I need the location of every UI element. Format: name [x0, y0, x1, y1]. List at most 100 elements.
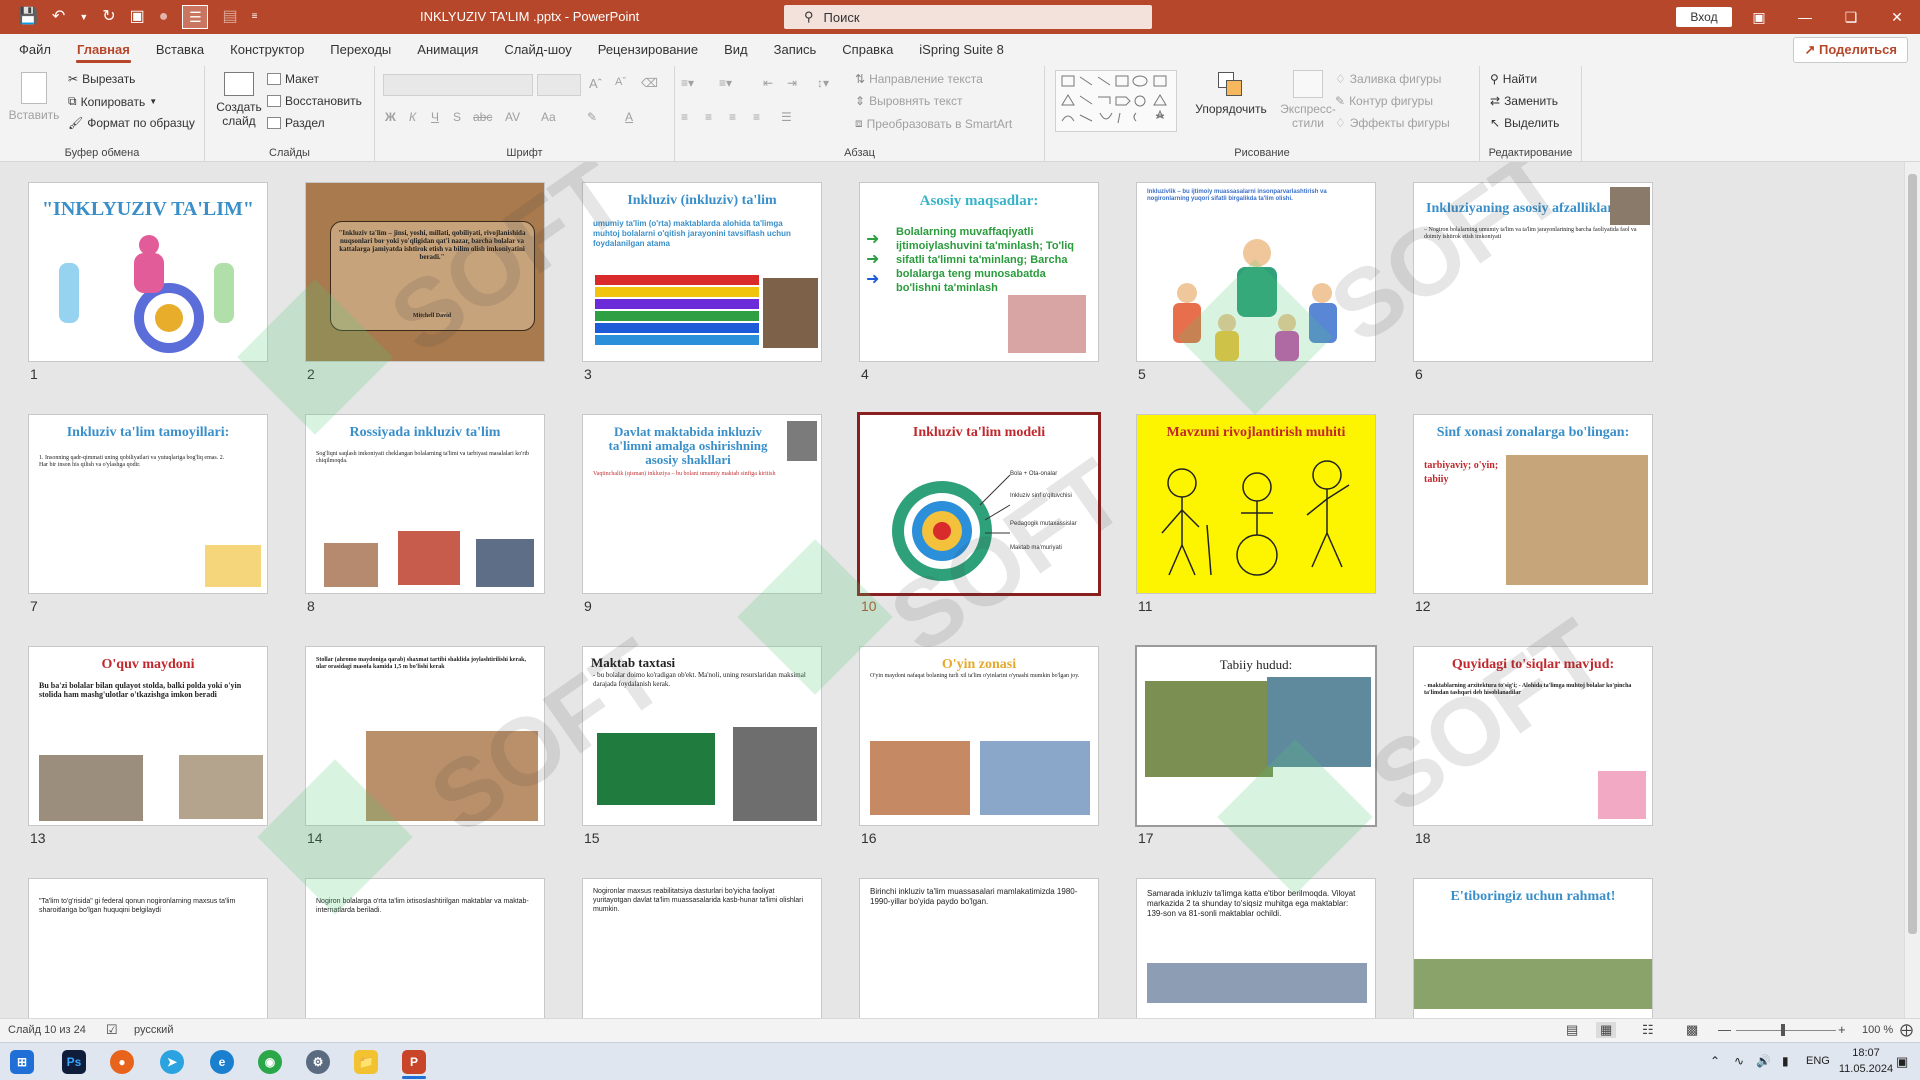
bold-button[interactable]: Ж [385, 110, 396, 124]
new-slide-button[interactable]: Создать слайд [215, 72, 263, 128]
slide-thumbnail-13[interactable]: O'quv maydoni Bu ba'zi bolalar bilan qul… [28, 646, 268, 826]
strikethrough-button[interactable]: abc [473, 110, 492, 124]
tab-transitions[interactable]: Переходы [317, 34, 404, 66]
language-status[interactable]: русский [134, 1024, 173, 1036]
text-direction-button[interactable]: ⇅ Направление текста [855, 72, 983, 86]
quick-styles-button[interactable]: Экспресс-стили [1277, 70, 1339, 130]
normal-view-icon[interactable]: ☰ [182, 5, 209, 29]
align-left-icon[interactable]: ≡ [681, 110, 688, 124]
zoom-out-icon[interactable]: — [1718, 1022, 1731, 1037]
redo-icon[interactable]: ↻ [102, 9, 115, 25]
shape-effects-button[interactable]: ♢ Эффекты фигуры [1335, 116, 1450, 130]
zoom-slider[interactable] [1736, 1030, 1836, 1031]
login-button[interactable]: Вход [1676, 7, 1732, 27]
cut-button[interactable]: ✂ Вырезать [68, 72, 135, 86]
align-center-icon[interactable]: ≡ [705, 110, 712, 124]
telegram-icon[interactable]: ➤ [160, 1050, 184, 1074]
scrollbar-thumb[interactable] [1908, 174, 1917, 934]
tab-animations[interactable]: Анимация [404, 34, 491, 66]
minimize-icon[interactable]: — [1782, 0, 1828, 34]
decrease-indent-icon[interactable]: ⇤ [763, 76, 773, 90]
search-box[interactable]: ⚲ Поиск [784, 5, 1152, 29]
photoshop-icon[interactable]: Ps [62, 1050, 86, 1074]
zoom-level[interactable]: 100 % [1862, 1024, 1893, 1036]
slide-thumbnail-8[interactable]: Rossiyada inkluziv ta'lim Sog'liqni saql… [305, 414, 545, 594]
slide-thumbnail-7[interactable]: Inkluziv ta'lim tamoyillari: 1. Insonnin… [28, 414, 268, 594]
numbering-icon[interactable]: ≡▾ [719, 76, 732, 90]
tab-home[interactable]: Главная [64, 34, 143, 66]
tab-help[interactable]: Справка [829, 34, 906, 66]
save-icon[interactable]: 💾 [18, 9, 38, 25]
normal-view-icon[interactable]: ▤ [1566, 1022, 1578, 1038]
tab-ispring[interactable]: iSpring Suite 8 [906, 34, 1017, 66]
tab-file[interactable]: Файл [6, 34, 64, 66]
wifi-icon[interactable]: ∿ [1734, 1054, 1744, 1068]
restore-icon[interactable]: ❏ [1828, 0, 1874, 34]
tray-chevron-icon[interactable]: ⌃ [1710, 1054, 1720, 1068]
firefox-icon[interactable]: ● [110, 1050, 134, 1074]
slide-thumbnail-24[interactable]: E'tiboringiz uchun rahmat! [1413, 878, 1653, 1018]
arrange-button[interactable]: Упорядочить [1195, 70, 1267, 116]
copy-button[interactable]: ⧉ Копировать ▼ [68, 94, 157, 109]
font-size-box[interactable] [537, 74, 581, 96]
tab-insert[interactable]: Вставка [143, 34, 217, 66]
convert-smartart-button[interactable]: ⧈ Преобразовать в SmartArt [855, 116, 1012, 131]
clock-time[interactable]: 18:07 [1842, 1047, 1890, 1059]
clear-format-icon[interactable]: ⌫ [641, 76, 658, 90]
vertical-scrollbar[interactable] [1904, 162, 1920, 1018]
tab-design[interactable]: Конструктор [217, 34, 317, 66]
highlight-icon[interactable]: ✎ [587, 110, 597, 124]
slide-thumbnail-20[interactable]: Nogiron bolalarga o'rta ta'lim ixtisosla… [305, 878, 545, 1018]
zoom-in-icon[interactable]: + [1838, 1022, 1846, 1037]
char-spacing-icon[interactable]: AV [505, 110, 520, 124]
slide-thumbnail-21[interactable]: Nogironlar maxsus reabilitatsiya dasturl… [582, 878, 822, 1018]
font-color-icon[interactable]: A [625, 110, 633, 124]
select-button[interactable]: ↖ Выделить [1490, 116, 1559, 130]
slide-sorter-view-icon[interactable]: ▦ [1596, 1022, 1617, 1038]
battery-icon[interactable]: ▮ [1782, 1054, 1789, 1068]
clock-date[interactable]: 11.05.2024 [1836, 1063, 1896, 1075]
slideshow-view-icon[interactable]: ▩ [1686, 1022, 1698, 1038]
reset-button[interactable]: Восстановить [267, 94, 362, 108]
shapes-gallery[interactable] [1055, 70, 1177, 132]
paste-button[interactable]: Вставить [9, 72, 59, 122]
slide-thumbnail-18[interactable]: Quyidagi to'siqlar mavjud: - maktablarni… [1413, 646, 1653, 826]
slide-thumbnail-12[interactable]: Sinf xonasi zonalarga bo'lingan: tarbiya… [1413, 414, 1653, 594]
replace-button[interactable]: ⇄ Заменить [1490, 94, 1558, 108]
slide-thumbnail-22[interactable]: Birinchi inkluziv ta'lim muassasalari ma… [859, 878, 1099, 1018]
slide-thumbnail-23[interactable]: Samarada inkluziv ta'limga katta e'tibor… [1136, 878, 1376, 1018]
slide-thumbnail-15[interactable]: Maktab taxtasi - bu bolalar doimo ko'rad… [582, 646, 822, 826]
zoom-slider-handle[interactable] [1781, 1024, 1785, 1036]
shape-outline-button[interactable]: ✎ Контур фигуры [1335, 94, 1433, 108]
slide-thumbnail-2[interactable]: "Inkluziv ta'lim – jinsi, yoshi, millati… [305, 182, 545, 362]
slide-thumbnail-11[interactable]: Mavzuni rivojlantirish muhiti [1136, 414, 1376, 594]
edge-icon[interactable]: e [210, 1050, 234, 1074]
slide-thumbnail-19[interactable]: "Ta'lim to'g'risida" gi federal qonun no… [28, 878, 268, 1018]
close-icon[interactable]: ✕ [1874, 0, 1920, 34]
italic-button[interactable]: К [409, 110, 416, 124]
shape-fill-button[interactable]: ♢ Заливка фигуры [1335, 72, 1441, 86]
slide-thumbnail-9[interactable]: Davlat maktabida inkluziv ta'limni amalg… [582, 414, 822, 594]
powerpoint-icon[interactable]: P [402, 1050, 426, 1074]
record-icon[interactable]: ● [159, 9, 169, 25]
tab-slideshow[interactable]: Слайд-шоу [491, 34, 584, 66]
undo-dropdown-icon[interactable]: ▼ [79, 9, 88, 25]
slide-thumbnail-6[interactable]: Inkluziyaning asosiy afzalliklari – Nogi… [1413, 182, 1653, 362]
grow-font-icon[interactable]: Aˆ [589, 76, 602, 91]
increase-indent-icon[interactable]: ⇥ [787, 76, 797, 90]
bullets-icon[interactable]: ≡▾ [681, 76, 694, 90]
tab-record[interactable]: Запись [761, 34, 830, 66]
share-button[interactable]: ↗ Поделиться [1793, 37, 1908, 63]
slide-thumbnail-3[interactable]: Inkluziv (inkluziv) ta'lim umumiy ta'lim… [582, 182, 822, 362]
windows-start-icon[interactable]: ⊞ [10, 1050, 34, 1074]
slide-thumbnail-4[interactable]: Asosiy maqsadlar: Bolalarning muvaffaqiy… [859, 182, 1099, 362]
customize-qat-icon[interactable]: ≡ [252, 9, 258, 25]
volume-icon[interactable]: 🔊 [1756, 1054, 1771, 1068]
notifications-icon[interactable]: ▣ [1896, 1054, 1908, 1070]
slide-thumbnail-1[interactable]: "INKLYUZIV TA'LIM" [28, 182, 268, 362]
slide-thumbnail-16[interactable]: O'yin zonasi O'yin maydoni nafaqat bolan… [859, 646, 1099, 826]
slide-thumbnail-14[interactable]: Stollar (ahromo maydoniga qarab) shaxmat… [305, 646, 545, 826]
presenter-icon[interactable]: ▤ [222, 9, 237, 25]
change-case-button[interactable]: Aa [541, 110, 556, 124]
tab-view[interactable]: Вид [711, 34, 761, 66]
